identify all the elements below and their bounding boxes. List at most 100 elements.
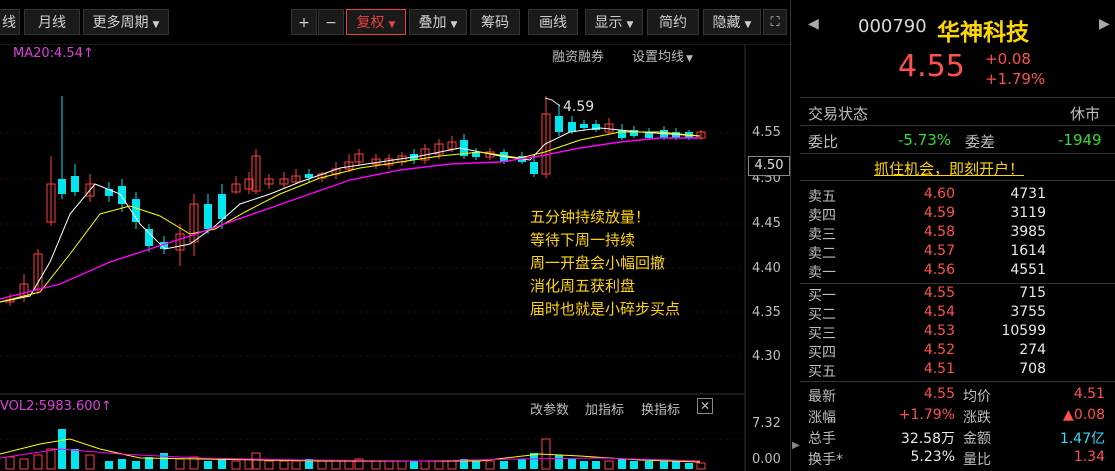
bid-price: 4.53 <box>923 323 955 339</box>
set-ma-dropdown[interactable]: 设置均线 ▼ <box>632 46 693 65</box>
volume-bar <box>485 460 495 470</box>
switch-indicator-button[interactable]: 换指标 <box>641 399 680 418</box>
fullscreen-icon[interactable]: ⛶ <box>763 9 787 35</box>
divider <box>800 180 1115 181</box>
candle-body <box>218 194 226 219</box>
ask-row[interactable]: 卖二 4.57 1614 <box>800 243 1115 262</box>
chips-button[interactable]: 筹码 <box>470 9 520 35</box>
ask-row[interactable]: 卖五 4.60 4731 <box>800 186 1115 205</box>
hide-dropdown[interactable]: 隐藏 ▼ <box>703 9 761 35</box>
set-ma-label: 设置均线 <box>632 50 685 65</box>
hide-label: 隐藏 <box>712 15 741 31</box>
ask-price: 4.57 <box>923 243 955 259</box>
ma20-label: MA20:4.54↑ <box>13 46 94 61</box>
vol-ma-line <box>0 448 701 462</box>
arrow-up-icon: ↑ <box>100 399 112 414</box>
margin-trading-link[interactable]: 融资融券 <box>552 46 604 65</box>
draw-line-button[interactable]: 画线 <box>528 9 578 35</box>
ask-price: 4.59 <box>923 205 955 221</box>
bid-row[interactable]: 买三 4.53 10599 <box>800 323 1115 342</box>
open-account-link[interactable]: 抓住机会，即刻开户！ <box>874 158 1024 179</box>
stat-value: 1.47亿 <box>1059 431 1105 447</box>
candle-body <box>71 176 79 192</box>
bid-row[interactable]: 买一 4.55 715 <box>800 285 1115 304</box>
volume-bar <box>279 460 289 470</box>
vol-label: VOL2:5983.600↑ <box>0 399 112 414</box>
bid-price: 4.54 <box>923 304 955 320</box>
weicha-value: -1949 <box>1058 131 1102 149</box>
ask-volume: 4731 <box>1010 186 1046 202</box>
zoom-in-button[interactable]: + <box>291 9 317 35</box>
bid-volume: 708 <box>1019 361 1046 377</box>
stats-row[interactable]: 最新 4.55 均价 4.51 <box>800 386 1115 405</box>
volume-bar <box>344 460 354 470</box>
ask-price: 4.60 <box>923 186 955 202</box>
bid-row[interactable]: 买四 4.52 274 <box>800 342 1115 361</box>
ask-row[interactable]: 卖三 4.58 3985 <box>800 224 1115 243</box>
volume-bar <box>447 460 457 470</box>
display-label: 显示 <box>594 15 623 31</box>
restore-right-dropdown[interactable]: 复权 ▼ <box>346 9 406 35</box>
volume-bar <box>317 460 327 470</box>
volume-bar <box>204 461 212 469</box>
ask-row[interactable]: 卖四 4.59 3119 <box>800 205 1115 224</box>
stat-label: 换手* <box>808 452 843 468</box>
simple-button[interactable]: 简约 <box>647 9 699 35</box>
volume-bar <box>384 460 394 470</box>
stat-value: 4.51 <box>1073 386 1105 402</box>
prev-stock-icon[interactable]: ◀ <box>808 16 819 32</box>
stats-row[interactable]: 涨幅 +1.79% 涨跌 ▲0.08 <box>800 407 1115 426</box>
ask-volume: 4551 <box>1010 262 1046 278</box>
tab-monthly[interactable]: 月线 <box>24 9 80 35</box>
bid-label: 买四 <box>808 345 836 361</box>
ask-price: 4.58 <box>923 224 955 240</box>
ask-row[interactable]: 卖一 4.56 4551 <box>800 262 1115 281</box>
stat-value: 5.23% <box>910 449 955 465</box>
stat-label: 涨幅 <box>808 410 836 426</box>
bid-row[interactable]: 买二 4.54 3755 <box>800 304 1115 323</box>
chevron-down-icon: ▼ <box>626 20 634 30</box>
stats-row[interactable]: 总手 32.58万 金额 1.47亿 <box>800 428 1115 447</box>
stat-label: 金额 <box>963 431 991 447</box>
change-param-button[interactable]: 改参数 <box>530 399 569 418</box>
vol-tick: 0.00 <box>752 452 781 467</box>
more-period-dropdown[interactable]: 更多周期 ▼ <box>83 9 169 35</box>
bid-row[interactable]: 买五 4.51 708 <box>800 361 1115 380</box>
bid-price: 4.52 <box>923 342 955 358</box>
price-change-pct: +1.79% <box>985 70 1046 88</box>
ask-price: 4.56 <box>923 262 955 278</box>
stat-value: 32.58万 <box>900 431 955 447</box>
add-indicator-button[interactable]: 加指标 <box>585 399 624 418</box>
more-period-label: 更多周期 <box>92 15 149 31</box>
high-price-label: 4.59 <box>563 99 595 115</box>
volume-bar <box>685 463 693 469</box>
volume-bar <box>33 454 43 470</box>
volume-bar <box>592 461 600 469</box>
bid-price: 4.55 <box>923 285 955 301</box>
zoom-out-button[interactable]: − <box>318 9 344 35</box>
close-icon[interactable]: ✕ <box>697 398 713 414</box>
bid-label: 买一 <box>808 288 836 304</box>
volume-bar <box>660 461 668 469</box>
bid-volume: 274 <box>1019 342 1046 358</box>
volume-bar <box>518 459 526 469</box>
volume-bar <box>105 461 113 469</box>
tab-partial[interactable]: 线 <box>0 9 20 35</box>
ask-label: 卖三 <box>808 227 836 243</box>
candle-body <box>568 122 576 132</box>
overlay-dropdown[interactable]: 叠加 ▼ <box>409 9 467 35</box>
trade-status-label: 交易状态 <box>808 105 869 123</box>
ask-label: 卖二 <box>808 246 836 262</box>
bid-label: 买二 <box>808 307 836 323</box>
divider <box>800 381 1115 382</box>
ask-volume: 1614 <box>1010 243 1046 259</box>
price-tick: 4.55 <box>752 125 781 140</box>
overlay-label: 叠加 <box>418 15 447 31</box>
display-dropdown[interactable]: 显示 ▼ <box>585 9 643 35</box>
volume-bar <box>132 461 140 469</box>
next-stock-icon[interactable]: ▶ <box>1099 16 1110 32</box>
bid-volume: 715 <box>1019 285 1046 301</box>
stat-value: +1.79% <box>898 407 955 423</box>
stats-row[interactable]: 换手* 5.23% 量比 1.34 <box>800 449 1115 468</box>
stat-value: 1.34 <box>1073 449 1105 465</box>
